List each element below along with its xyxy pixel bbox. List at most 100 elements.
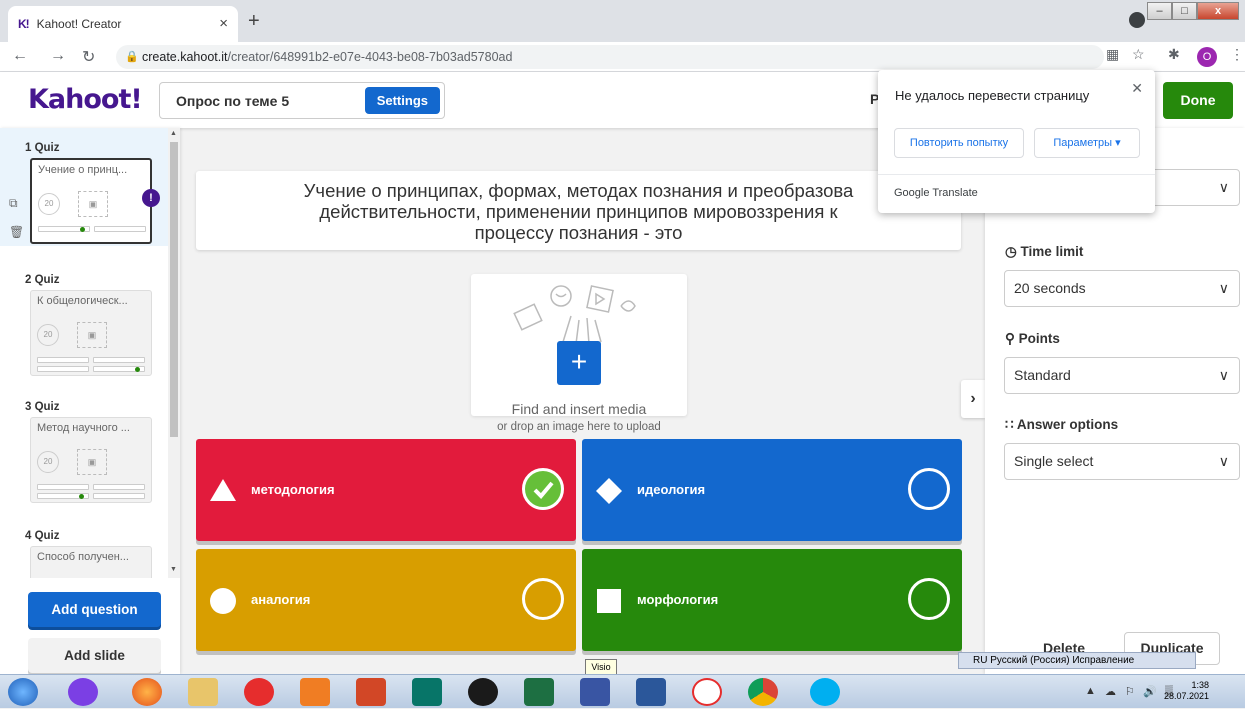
forward-arrow-icon[interactable]: → (50, 47, 66, 65)
chrome-icon[interactable] (748, 678, 778, 706)
thumbnail-answer (93, 357, 145, 363)
flag-icon[interactable]: ⚐ (1125, 685, 1135, 698)
chevron-down-icon: ∨ (1218, 367, 1229, 383)
translate-options-button[interactable]: Параметры ▾ (1034, 128, 1140, 158)
answer-options-select[interactable]: Single select ∨ (1004, 443, 1240, 480)
answer-option-1[interactable]: методология (196, 439, 576, 541)
retry-translate-button[interactable]: Повторить попытку (894, 128, 1024, 158)
tray-expand-icon[interactable]: ▲ (1085, 685, 1096, 697)
word-icon[interactable] (636, 678, 666, 706)
points-select[interactable]: Standard ∨ (1004, 357, 1240, 394)
hp-icon[interactable] (468, 678, 498, 706)
slide-item[interactable]: 1 Quiz ⧉ 🗑 Учение о принц... 20 ▣ ! (0, 128, 168, 246)
scrollbar-thumb[interactable] (170, 142, 178, 437)
question-text-field[interactable]: Учение о принципах, формах, методах позн… (196, 171, 961, 250)
browser-tab[interactable]: K! Kahoot! Creator × (8, 6, 238, 42)
answer-option-2[interactable]: идеология (582, 439, 962, 541)
minimize-icon[interactable]: – (1147, 2, 1172, 20)
media-dropzone[interactable]: + Find and insert media (471, 274, 687, 417)
scroll-down-icon[interactable]: ▼ (170, 566, 177, 573)
warning-icon[interactable]: ! (142, 189, 160, 207)
lock-icon: 🔒 (125, 51, 139, 63)
slide-item[interactable]: 2 Quiz К общелогическ... 20 ▣ (0, 260, 168, 378)
slide-number: 3 Quiz (25, 401, 60, 413)
chevron-down-icon: ∨ (1218, 453, 1229, 469)
language-bar[interactable]: RU Русский (Россия) Исправление (958, 652, 1196, 669)
thumbnail-answer (37, 484, 89, 490)
clock-time: 1:38 (1191, 680, 1209, 690)
slide-thumbnail[interactable]: К общелогическ... 20 ▣ (30, 290, 152, 376)
collapse-panel-chevron-icon[interactable]: › (961, 380, 985, 418)
points-value: Standard (1014, 367, 1071, 383)
add-media-plus-icon[interactable]: + (557, 341, 601, 385)
correct-answer-toggle[interactable] (908, 468, 950, 510)
clock[interactable]: 1:38 28.07.2021 (1164, 680, 1209, 702)
cloud-icon[interactable]: ☁ (1105, 685, 1116, 698)
translate-popup: Не удалось перевести страницу ✕ Повторит… (878, 70, 1155, 213)
publisher-icon[interactable] (412, 678, 442, 706)
file-explorer-icon[interactable] (188, 678, 218, 706)
time-limit-select[interactable]: 20 seconds ∨ (1004, 270, 1240, 307)
new-tab-icon[interactable]: + (248, 10, 260, 33)
browser-menu-icon[interactable]: ⋮ (1230, 46, 1244, 63)
award-icon: ⚲ (1005, 331, 1015, 346)
slide-item[interactable]: 3 Quiz Метод научного ... 20 ▣ (0, 387, 168, 505)
answer-option-4[interactable]: морфология (582, 549, 962, 651)
slide-thumbnail[interactable]: Учение о принц... 20 ▣ (30, 158, 152, 244)
thumbnail-timer: 20 (37, 451, 59, 473)
answer-option-3[interactable]: аналогия (196, 549, 576, 651)
browser-profile-icon[interactable] (1129, 12, 1145, 28)
yandex-browser-icon[interactable] (692, 678, 722, 706)
image-placeholder-icon: ▣ (77, 322, 107, 348)
start-button-icon[interactable] (8, 678, 38, 706)
url-host: create.kahoot.it (142, 50, 228, 64)
correct-answer-toggle[interactable] (908, 578, 950, 620)
translate-error-message: Не удалось перевести страницу (895, 88, 1090, 103)
window-close-icon[interactable]: x (1197, 2, 1239, 20)
slide-list-scrollbar[interactable]: ▲ ▼ (168, 128, 180, 578)
maximize-icon[interactable]: □ (1172, 2, 1197, 20)
correct-answer-toggle[interactable] (522, 578, 564, 620)
translate-icon[interactable]: ▦ (1106, 46, 1119, 63)
kahoot-title-field[interactable]: Опрос по теме 5 Settings (159, 82, 445, 119)
done-button[interactable]: Done (1163, 82, 1233, 119)
skype-icon[interactable] (810, 678, 840, 706)
address-bar[interactable]: 🔒 create.kahoot.it/creator/648991b2-e07e… (116, 45, 1104, 69)
excel-icon[interactable] (524, 678, 554, 706)
media-illustration-icon (513, 285, 636, 345)
slide-number: 1 Quiz (25, 142, 60, 154)
reload-icon[interactable]: ↻ (82, 47, 95, 67)
duplicate-slide-icon[interactable]: ⧉ (9, 196, 18, 211)
slide-thumbnail[interactable]: Метод научного ... 20 ▣ (30, 417, 152, 503)
settings-button[interactable]: Settings (364, 87, 440, 114)
clock-date: 28.07.2021 (1163, 691, 1209, 701)
close-tab-icon[interactable]: × (219, 15, 228, 32)
back-arrow-icon[interactable]: ← (12, 47, 28, 65)
slide-thumbnail[interactable]: Способ получен... (30, 546, 152, 578)
firefox-icon[interactable] (132, 678, 162, 706)
yandex-icon[interactable] (244, 678, 274, 706)
add-question-button[interactable]: Add question (28, 592, 161, 627)
answer-text: методология (251, 482, 335, 497)
user-avatar[interactable]: O (1197, 47, 1217, 67)
time-limit-value: 20 seconds (1014, 280, 1086, 296)
delete-slide-icon[interactable]: 🗑 (9, 225, 24, 239)
bookmark-star-icon[interactable]: ☆ (1132, 46, 1145, 63)
slide-number: 4 Quiz (25, 530, 60, 542)
media-player-icon[interactable] (300, 678, 330, 706)
close-popup-icon[interactable]: ✕ (1131, 80, 1143, 97)
extensions-puzzle-icon[interactable]: ✱ (1168, 46, 1180, 63)
thumbnail-answer (37, 366, 89, 372)
app-icon[interactable] (68, 678, 98, 706)
correct-answer-toggle[interactable] (522, 468, 564, 510)
thumbnail-timer: 20 (38, 193, 60, 215)
kahoot-logo[interactable]: Kahoot! (28, 84, 143, 115)
visio-icon[interactable] (580, 678, 610, 706)
scroll-up-icon[interactable]: ▲ (170, 130, 177, 137)
powerpoint-icon[interactable] (356, 678, 386, 706)
volume-icon[interactable]: 🔊 (1143, 685, 1157, 698)
add-slide-button[interactable]: Add slide (28, 638, 161, 673)
slide-item[interactable]: 4 Quiz Способ получен... (0, 516, 168, 578)
google-translate-brand: Google Translate (894, 187, 978, 199)
thumbnail-answer (93, 493, 145, 499)
